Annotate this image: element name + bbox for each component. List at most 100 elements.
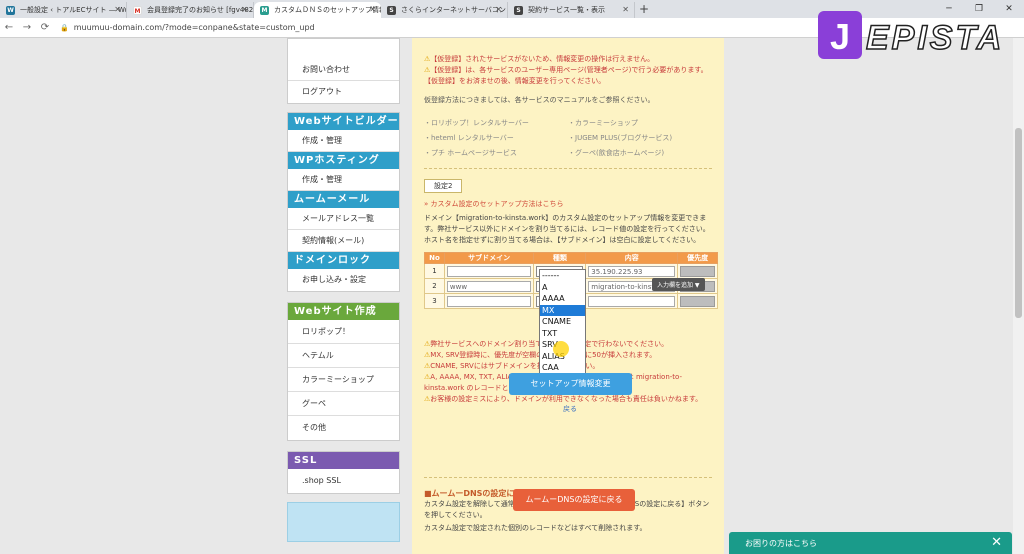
service-link[interactable]: ・ロリポップ！レンタルサーバー — [424, 118, 568, 128]
subdomain-input[interactable] — [446, 265, 532, 277]
lock-icon: 🔒 — [60, 23, 69, 32]
col-subdomain: サブドメイン — [443, 252, 535, 264]
tab-title: 会員登録完了のお知らせ [fgv4822] — [147, 6, 254, 14]
browser-tab-2[interactable]: M 会員登録完了のお知らせ [fgv4822] ✕ — [127, 2, 254, 18]
add-row-button[interactable]: 入力欄を追加 ▼ — [652, 278, 705, 291]
sidebar-item-mail-list[interactable]: メールアドレス一覧 — [288, 208, 399, 230]
sidebar-item-lolipop[interactable]: ロリポップ！ — [288, 320, 399, 344]
sidebar-item-contact[interactable]: お問い合わせ — [288, 59, 399, 81]
sidebar-item-builder-manage[interactable]: 作成・管理 — [288, 130, 399, 152]
sidebar: お問い合わせ ログアウト Webサイトビルダー 作成・管理 WPホスティング 作… — [287, 38, 400, 542]
tab-title: 契約サービス一覧・表示 — [528, 6, 605, 14]
sidebar-item-mail-contract[interactable]: 契約情報(メール) — [288, 230, 399, 252]
browser-tab-4[interactable]: S さくらインターネットサーバコントロールパネル ✕ — [381, 2, 508, 18]
host-description: ホスト名を指定せずに割り当てる場合は、【サブドメイン】は空白に設定してください。 — [424, 236, 701, 244]
sidebar-heading-wp-hosting: WPホスティング — [288, 152, 399, 169]
jepista-logo-icon: J EPISTA — [818, 11, 1004, 59]
sidebar-item-goope[interactable]: グーペ — [288, 392, 399, 416]
revert-dns-button[interactable]: ムームーDNSの設定に戻る — [513, 489, 635, 511]
sidebar-heading-domain-lock: ドメインロック — [288, 252, 399, 269]
custom-setup-link[interactable]: » カスタム設定のセットアップ方法はこちら — [424, 199, 712, 209]
url-field[interactable]: 🔒 muumuu-domain.com/?mode=conpane&state=… — [60, 23, 315, 32]
close-icon[interactable]: ✕ — [495, 5, 502, 14]
sidebar-item-others[interactable]: その他 — [288, 416, 399, 440]
dropdown-option[interactable]: ------ — [540, 270, 585, 282]
close-icon[interactable]: ✕ — [369, 5, 376, 14]
gmail-icon: M — [133, 6, 142, 15]
sakura-icon: S — [514, 6, 523, 15]
close-icon[interactable]: ✕ — [622, 5, 629, 14]
service-link[interactable]: ・heteml レンタルサーバー — [424, 133, 568, 143]
domain-description: ドメイン【migration-to-kinsta.work】のカスタム設定のセッ… — [424, 214, 710, 233]
sidebar-item-domain-lock-apply[interactable]: お申し込み・設定 — [288, 269, 399, 291]
priority-input[interactable] — [680, 295, 715, 307]
service-link[interactable]: ・グーペ(飲食店ホームページ) — [568, 148, 712, 158]
sidebar-item-shop-ssl[interactable]: .shop SSL — [288, 469, 399, 493]
table-header-row: No サブドメイン 種類 内容 優先度 — [424, 252, 718, 264]
sidebar-box-top: お問い合わせ ログアウト — [287, 38, 400, 104]
col-priority: 優先度 — [677, 252, 718, 264]
row-number: 1 — [424, 263, 445, 279]
warning-line-2: ⚠【仮登録】は、各サービスのユーザー専用ページ(管理者ページ)で行う必要がありま… — [424, 66, 708, 74]
sidebar-item-wp-manage[interactable]: 作成・管理 — [288, 169, 399, 191]
dropdown-option[interactable]: TXT — [540, 328, 585, 340]
setup-update-button[interactable]: セットアップ情報変更 — [509, 373, 632, 395]
service-link[interactable]: ・カラーミーショップ — [568, 118, 712, 128]
col-type: 種類 — [533, 252, 587, 264]
logo-text: EPISTA — [866, 19, 1004, 57]
back-link[interactable]: 戻る — [563, 404, 577, 414]
close-icon[interactable]: ✕ — [114, 5, 121, 14]
warning-line-1: ⚠【仮登録】されたサービスがないため、情報変更の操作は行えません。 — [424, 55, 655, 63]
content-input[interactable]: 35.190.225.93 — [588, 265, 676, 277]
scrollbar-thumb[interactable] — [1015, 128, 1022, 318]
dropdown-option[interactable]: A — [540, 282, 585, 294]
col-no: No — [424, 252, 445, 264]
sidebar-banner[interactable] — [287, 502, 400, 542]
sidebar-item-colorme[interactable]: カラーミーショップ — [288, 368, 399, 392]
dropdown-option[interactable]: CAA — [540, 362, 585, 374]
sidebar-box-services: Webサイトビルダー 作成・管理 WPホスティング 作成・管理 ムームーメール … — [287, 112, 400, 292]
back-arrow-icon[interactable]: ← — [0, 22, 18, 33]
wordpress-icon: W — [6, 6, 15, 15]
cursor-highlight-icon — [553, 341, 569, 357]
warning-line-3: 【仮登録】をお済ませの後、情報変更を行ってください。 — [424, 77, 606, 85]
col-content: 内容 — [585, 252, 679, 264]
content-input[interactable] — [588, 295, 676, 307]
browser-tab-3[interactable]: M カスタムＤＮＳのセットアップ情報変更 ✕ — [254, 2, 381, 18]
sidebar-heading-website-builder: Webサイトビルダー — [288, 113, 399, 130]
help-bar-label: お困りの方はこちら — [745, 538, 817, 548]
svg-text:J: J — [830, 16, 850, 57]
help-bar[interactable]: お困りの方はこちら ✕ — [729, 532, 1012, 554]
muumuu-icon: M — [260, 6, 269, 15]
revert-warning: カスタム設定で設定された個別のレコードなどはすべて削除されます。 — [424, 524, 647, 532]
dropdown-option-highlighted[interactable]: MX — [540, 304, 585, 316]
page: お問い合わせ ログアウト Webサイトビルダー 作成・管理 WPホスティング 作… — [0, 38, 1024, 554]
jepista-logo: J EPISTA — [816, 9, 1016, 61]
service-link[interactable]: ・プチ ホームページサービス — [424, 148, 568, 158]
sidebar-box-site-creation: Webサイト作成 ロリポップ！ ヘテムル カラーミーショップ グーペ その他 — [287, 302, 400, 441]
new-tab-button[interactable]: + — [635, 2, 653, 18]
browser-tab-5[interactable]: S 契約サービス一覧・表示 ✕ — [508, 2, 635, 18]
reload-icon[interactable]: ⟳ — [36, 22, 54, 33]
sidebar-heading-muumuu-mail: ムームーメール — [288, 191, 399, 208]
manual-note: 仮登録方法につきましては、各サービスのマニュアルをご参照ください。 — [424, 96, 655, 104]
close-icon[interactable]: ✕ — [991, 535, 1002, 550]
dropdown-option[interactable]: AAAA — [540, 293, 585, 305]
service-link[interactable]: ・JUGEM PLUS(ブログサービス) — [568, 133, 712, 143]
forward-arrow-icon[interactable]: → — [18, 22, 36, 33]
subdomain-input[interactable] — [446, 295, 532, 307]
browser-tab-1[interactable]: W 一般設定 ‹ トアルECサイト — Word ✕ — [0, 2, 127, 18]
tab-title: 一般設定 ‹ トアルECサイト — Word — [20, 6, 127, 14]
sidebar-item-logout[interactable]: ログアウト — [288, 81, 399, 103]
sidebar-heading-ssl: SSL — [288, 452, 399, 469]
dropdown-option[interactable]: CNAME — [540, 316, 585, 328]
row-number: 2 — [424, 278, 445, 294]
row-number: 3 — [424, 293, 445, 309]
subdomain-input[interactable]: www — [446, 280, 532, 292]
service-links: ・ロリポップ！レンタルサーバー ・カラーミーショップ ・heteml レンタルサ… — [424, 118, 712, 158]
divider — [424, 168, 712, 169]
sidebar-item-heteml[interactable]: ヘテムル — [288, 344, 399, 368]
divider — [424, 477, 712, 478]
close-icon[interactable]: ✕ — [241, 5, 248, 14]
priority-input[interactable] — [680, 265, 715, 277]
